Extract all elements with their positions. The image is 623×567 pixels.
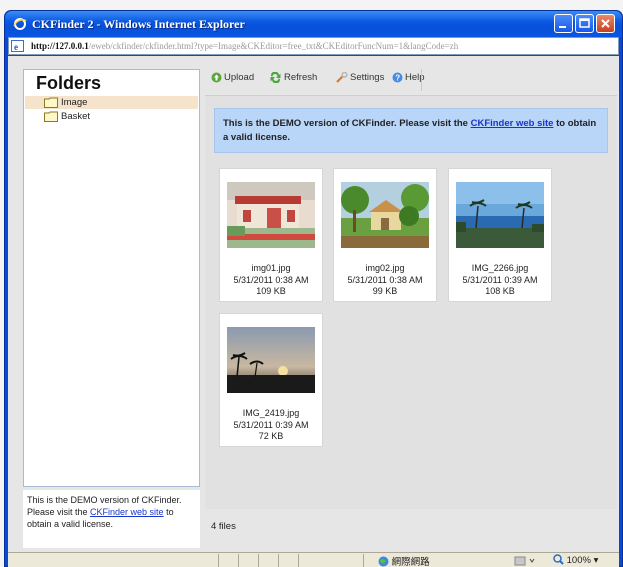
browser-status-bar: 網際網路 100% ▾	[8, 552, 619, 567]
window-title: CKFinder 2 - Windows Internet Explorer	[32, 17, 245, 31]
settings-label: Settings	[350, 72, 385, 83]
status-divider	[258, 554, 259, 567]
file-size: 108 KB	[485, 286, 515, 296]
upload-button[interactable]: Upload	[211, 72, 254, 83]
status-divider	[298, 554, 299, 567]
file-thumb[interactable]: img02.jpg 5/31/2011 0:38 AM 99 KB	[333, 168, 437, 302]
address-path: /eweb/ckfinder/ckfinder.html?type=Image&…	[88, 41, 459, 51]
close-icon	[601, 19, 610, 28]
file-thumb[interactable]: IMG_2419.jpg 5/31/2011 0:39 AM 72 KB	[219, 313, 323, 447]
ckfinder-app: Folders Image Basket This is the DEMO ve…	[8, 56, 619, 552]
file-size: 99 KB	[372, 286, 398, 296]
file-date: 5/31/2011 0:39 AM	[462, 275, 538, 285]
minimize-button[interactable]	[554, 14, 573, 33]
chevron-down-icon: ▾	[593, 555, 599, 566]
svg-text:?: ?	[395, 74, 400, 83]
folder-label: Basket	[61, 111, 91, 122]
file-name: img01.jpg	[251, 263, 291, 273]
file-name: img02.jpg	[365, 263, 405, 273]
refresh-button[interactable]: Refresh	[269, 71, 318, 84]
settings-wrench-icon	[336, 71, 348, 83]
file-thumb[interactable]: IMG_2266.jpg 5/31/2011 0:39 AM 108 KB	[448, 168, 552, 302]
thumbnail-image	[227, 182, 315, 248]
zoom-magnifier-icon	[553, 554, 564, 565]
file-date: 5/31/2011 0:38 AM	[233, 275, 309, 285]
folder-item-basket[interactable]: Basket	[25, 110, 198, 123]
folder-icon	[44, 97, 58, 108]
status-divider	[238, 554, 239, 567]
upload-label: Upload	[224, 72, 255, 83]
maximize-button[interactable]	[575, 14, 594, 33]
left-demo-notice: This is the DEMO version of CKFinder. Pl…	[23, 490, 200, 548]
banner-ckfinder-site-link[interactable]: CKFinder web site	[471, 118, 554, 129]
address-host: http://127.0.0.1	[31, 41, 89, 51]
close-button[interactable]	[596, 14, 615, 33]
finder-status-bar: 4 files	[205, 516, 617, 538]
page-icon: e	[11, 40, 24, 52]
folder-item-image[interactable]: Image	[25, 96, 198, 109]
banner-text: This is the DEMO version of CKFinder. Pl…	[223, 118, 471, 129]
file-count: 4 files	[211, 521, 236, 532]
folder-icon	[44, 111, 58, 122]
file-date: 5/31/2011 0:39 AM	[233, 420, 309, 430]
protected-mode-icon[interactable]	[514, 555, 536, 566]
thumbnail-image	[341, 182, 429, 248]
thumbnail-image	[456, 182, 544, 248]
folders-panel: Folders Image Basket	[23, 69, 200, 487]
settings-button[interactable]: Settings	[336, 71, 385, 83]
upload-icon	[211, 72, 222, 83]
help-icon: ?	[392, 72, 403, 83]
thumbnail-image	[227, 327, 315, 393]
file-date: 5/31/2011 0:38 AM	[347, 275, 423, 285]
zoom-level: 100%	[566, 555, 591, 566]
folders-title: Folders	[36, 73, 102, 93]
file-thumb[interactable]: img01.jpg 5/31/2011 0:38 AM 109 KB	[219, 168, 323, 302]
status-divider	[363, 554, 364, 567]
file-name: IMG_2419.jpg	[242, 408, 300, 418]
ie-logo-icon	[13, 18, 27, 30]
address-url[interactable]: http://127.0.0.1/eweb/ckfinder/ckfinder.…	[31, 41, 616, 51]
toolbar: Upload Refresh Settings ? Help	[205, 69, 617, 91]
refresh-label: Refresh	[284, 72, 318, 83]
ckfinder-site-link[interactable]: CKFinder web site	[90, 507, 164, 517]
help-button[interactable]: ? Help	[392, 72, 425, 83]
security-zone[interactable]: 網際網路	[378, 554, 430, 567]
ie-window: CKFinder 2 - Windows Internet Explorer e…	[4, 10, 623, 567]
folder-label: Image	[61, 97, 88, 108]
file-size: 109 KB	[256, 286, 286, 296]
file-size: 72 KB	[258, 431, 284, 441]
address-bar[interactable]: e http://127.0.0.1/eweb/ckfinder/ckfinde…	[8, 37, 619, 55]
zone-label: 網際網路	[391, 557, 430, 567]
zoom-control[interactable]: 100% ▾	[553, 554, 598, 566]
minimize-icon	[559, 26, 566, 28]
demo-banner: This is the DEMO version of CKFinder. Pl…	[214, 108, 608, 153]
svg-text:e: e	[14, 42, 18, 52]
refresh-icon	[270, 71, 281, 84]
maximize-icon	[579, 18, 590, 28]
status-divider	[278, 554, 279, 567]
title-bar[interactable]: CKFinder 2 - Windows Internet Explorer	[5, 11, 622, 37]
file-name: IMG_2266.jpg	[471, 263, 529, 273]
toolbar-divider	[421, 69, 422, 91]
globe-icon	[378, 556, 389, 567]
files-view: This is the DEMO version of CKFinder. Pl…	[205, 95, 617, 509]
status-divider	[218, 554, 219, 567]
